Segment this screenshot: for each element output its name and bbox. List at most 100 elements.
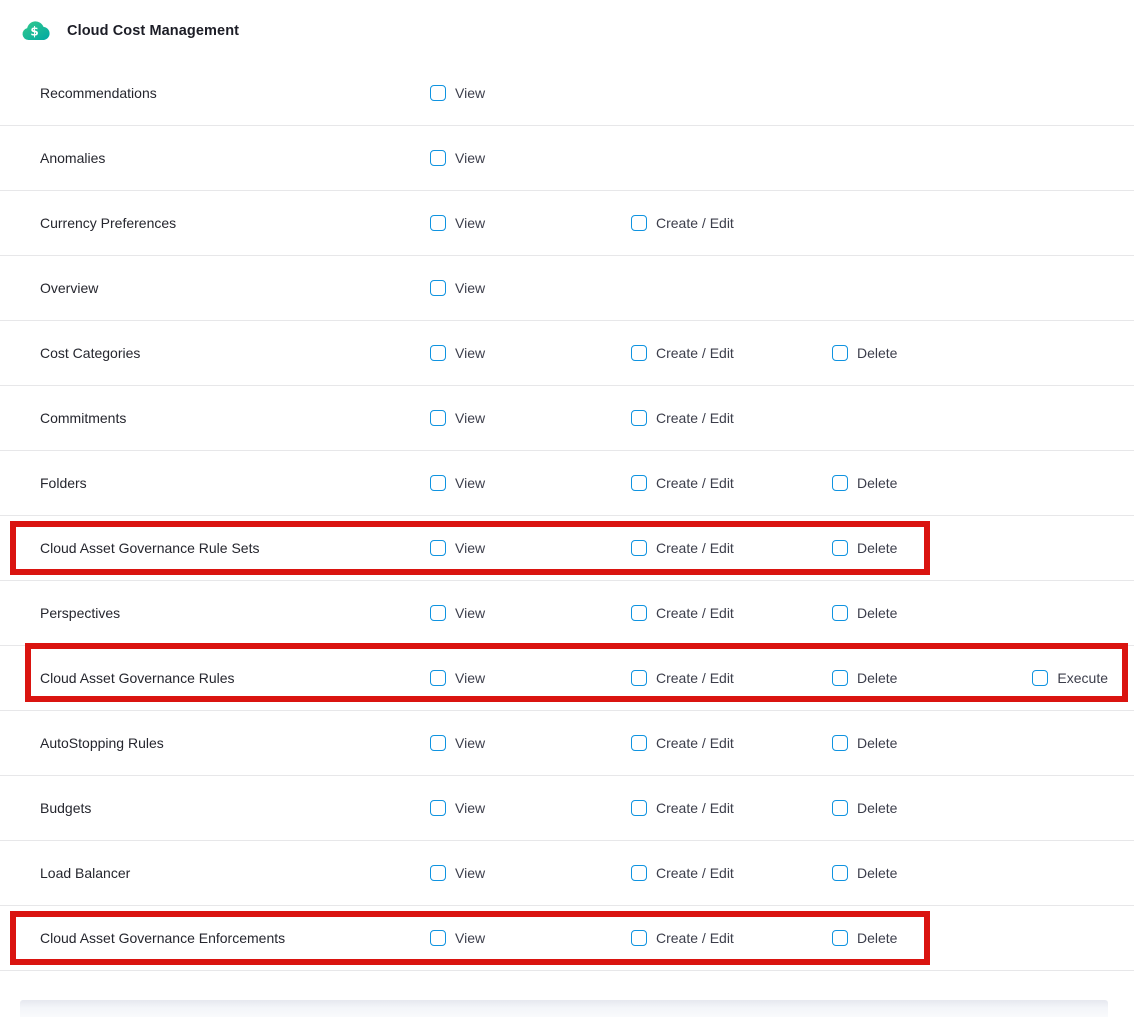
permission-row: Overview View [0,256,1134,321]
permission-cell-create-edit: Create / Edit [631,646,734,710]
view-checkbox[interactable] [430,605,446,621]
delete-checkbox[interactable] [832,345,848,361]
permission-row: Cloud Asset Governance Enforcements View… [0,906,1134,971]
delete-checkbox[interactable] [832,800,848,816]
permission-label: View [455,735,485,751]
module-header: $ Cloud Cost Management [0,0,1134,61]
create-edit-checkbox[interactable] [631,930,647,946]
delete-checkbox[interactable] [832,930,848,946]
view-checkbox[interactable] [430,540,446,556]
view-checkbox[interactable] [430,215,446,231]
permission-label: Create / Edit [656,865,734,881]
permission-cell-delete: Delete [832,646,897,710]
permission-label: View [455,85,485,101]
permission-label: View [455,540,485,556]
permission-cell-view: View [430,581,485,645]
view-checkbox[interactable] [430,670,446,686]
create-edit-checkbox[interactable] [631,475,647,491]
delete-checkbox[interactable] [832,540,848,556]
permission-label: View [455,280,485,296]
permission-cell-view: View [430,321,485,385]
cloud-dollar-icon: $ [21,18,51,44]
permission-cell-view: View [430,516,485,580]
permission-label: View [455,800,485,816]
svg-text:$: $ [30,24,38,38]
permission-cell-create-edit: Create / Edit [631,516,734,580]
permission-cell-delete: Delete [832,841,897,905]
create-edit-checkbox[interactable] [631,540,647,556]
create-edit-checkbox[interactable] [631,345,647,361]
permissions-table: Recommendations View Anomalies View Curr… [0,61,1134,971]
permission-cell-view: View [430,776,485,840]
permission-cell-view: View [430,61,485,125]
permission-cell-view: View [430,906,485,970]
view-checkbox[interactable] [430,865,446,881]
create-edit-checkbox[interactable] [631,670,647,686]
resource-label: Perspectives [40,605,120,621]
permission-row: Anomalies View [0,126,1134,191]
permission-cell-view: View [430,711,485,775]
permission-label: Create / Edit [656,930,734,946]
permission-cell-execute: Execute [1032,646,1108,710]
delete-checkbox[interactable] [832,735,848,751]
view-checkbox[interactable] [430,800,446,816]
permission-cell-view: View [430,191,485,255]
view-checkbox[interactable] [430,85,446,101]
create-edit-checkbox[interactable] [631,215,647,231]
permission-cell-create-edit: Create / Edit [631,451,734,515]
view-checkbox[interactable] [430,410,446,426]
permission-row: Recommendations View [0,61,1134,126]
create-edit-checkbox[interactable] [631,410,647,426]
resource-label: Cost Categories [40,345,140,361]
delete-checkbox[interactable] [832,605,848,621]
view-checkbox[interactable] [430,345,446,361]
view-checkbox[interactable] [430,280,446,296]
permission-label: Delete [857,670,897,686]
resource-label: Recommendations [40,85,157,101]
permission-cell-view: View [430,126,485,190]
permission-cell-delete: Delete [832,711,897,775]
view-checkbox[interactable] [430,150,446,166]
permission-label: Create / Edit [656,215,734,231]
permission-cell-create-edit: Create / Edit [631,386,734,450]
next-section-strip [20,1000,1108,1017]
create-edit-checkbox[interactable] [631,605,647,621]
permission-cell-view: View [430,386,485,450]
permission-label: Create / Edit [656,410,734,426]
permission-row: Cost Categories ViewCreate / EditDelete [0,321,1134,386]
permission-label: View [455,215,485,231]
permission-label: View [455,930,485,946]
permission-cell-delete: Delete [832,321,897,385]
permission-label: Execute [1057,670,1108,686]
permission-cell-create-edit: Create / Edit [631,581,734,645]
permission-cell-delete: Delete [832,581,897,645]
create-edit-checkbox[interactable] [631,735,647,751]
permission-label: View [455,410,485,426]
permission-cell-view: View [430,841,485,905]
delete-checkbox[interactable] [832,670,848,686]
permission-row: Commitments ViewCreate / Edit [0,386,1134,451]
permission-cell-view: View [430,451,485,515]
permission-row: Perspectives View Create / Edit Delete [0,581,1134,646]
permission-row: Currency Preferences ViewCreate / Edit [0,191,1134,256]
create-edit-checkbox[interactable] [631,865,647,881]
delete-checkbox[interactable] [832,475,848,491]
permission-cell-delete: Delete [832,516,897,580]
permission-row: AutoStopping Rules ViewCreate / EditDele… [0,711,1134,776]
execute-checkbox[interactable] [1032,670,1048,686]
delete-checkbox[interactable] [832,865,848,881]
permission-label: Delete [857,345,897,361]
view-checkbox[interactable] [430,930,446,946]
page-title: Cloud Cost Management [67,23,239,39]
permission-cell-create-edit: Create / Edit [631,191,734,255]
create-edit-checkbox[interactable] [631,800,647,816]
resource-label: Cloud Asset Governance Enforcements [40,930,285,946]
permission-label: Delete [857,475,897,491]
view-checkbox[interactable] [430,475,446,491]
permission-label: View [455,865,485,881]
permissions-page: $ Cloud Cost Management Recommendations … [0,0,1134,1027]
permission-cell-create-edit: Create / Edit [631,711,734,775]
permission-label: Delete [857,735,897,751]
view-checkbox[interactable] [430,735,446,751]
permission-label: Create / Edit [656,540,734,556]
